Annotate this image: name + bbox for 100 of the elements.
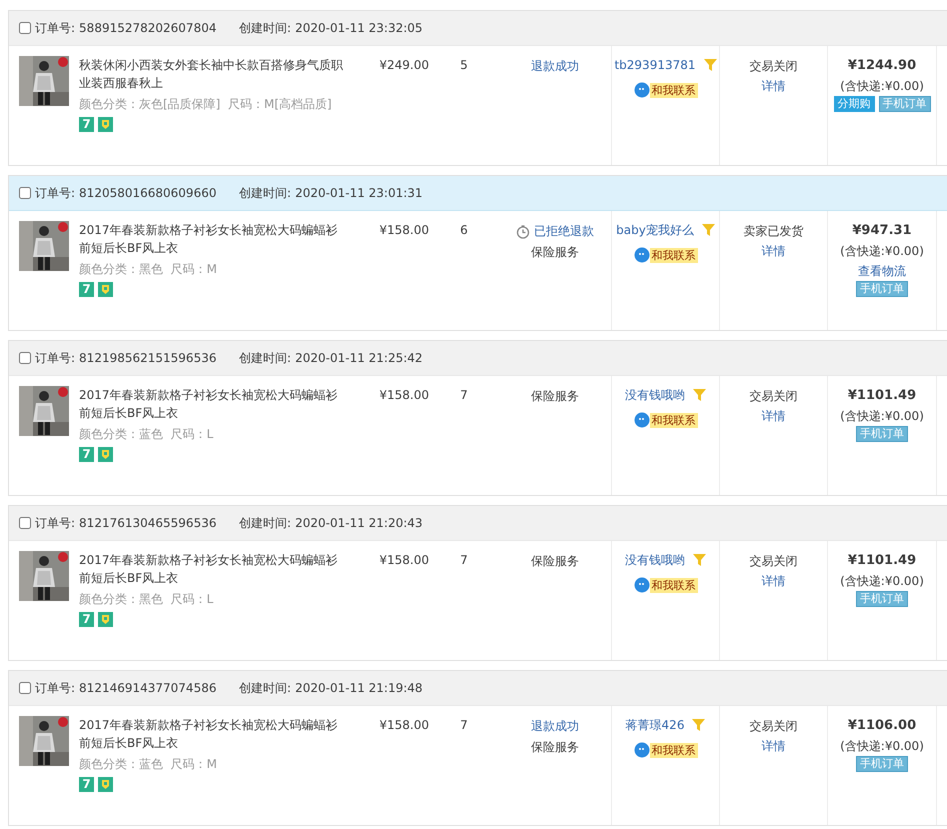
created-time-label: 创建时间: bbox=[239, 20, 292, 37]
details-link[interactable]: 详情 bbox=[720, 76, 827, 96]
product-attributes: 颜色分类：蓝色 尺码：L bbox=[79, 426, 214, 443]
product-title[interactable]: 2017年春装新款格子衬衫女长袖宽松大码蝙蝠衫前短后长BF风上衣 bbox=[79, 716, 349, 752]
created-time: 2020-01-11 21:19:48 bbox=[295, 680, 423, 697]
chat-icon bbox=[634, 82, 650, 98]
refund-status-link[interactable]: 退款成功 bbox=[499, 56, 611, 77]
order-status: 交易关闭 bbox=[748, 388, 798, 405]
clock-icon bbox=[516, 224, 530, 238]
product-title[interactable]: 2017年春装新款格子衬衫女长袖宽松大码蝙蝠衫前短后长BF风上衣 bbox=[79, 221, 349, 257]
unit-price: ¥249.00 bbox=[378, 57, 429, 74]
order-number-label: 订单号: bbox=[35, 515, 76, 532]
created-time: 2020-01-11 23:32:05 bbox=[295, 20, 423, 37]
product-attributes: 颜色分类：蓝色 尺码：M bbox=[79, 756, 218, 773]
insurance-service: 保险服务 bbox=[530, 553, 580, 570]
checkbox[interactable] bbox=[19, 352, 31, 364]
refund-status-link[interactable]: 退款成功 bbox=[499, 716, 611, 737]
product-attributes: 颜色分类：黑色 尺码：L bbox=[79, 591, 214, 608]
checkbox[interactable] bbox=[19, 517, 31, 529]
shipping-fee: (含快递:¥0.00) bbox=[839, 408, 925, 425]
order-number-label: 订单号: bbox=[35, 20, 76, 37]
created-time-label: 创建时间: bbox=[239, 350, 292, 367]
total-amount: ¥947.31 bbox=[851, 222, 913, 240]
order-status: 交易关闭 bbox=[748, 58, 798, 75]
insurance-service: 保险服务 bbox=[530, 388, 580, 405]
seven-day-return-badge: 7 bbox=[79, 777, 94, 792]
order-status: 交易关闭 bbox=[748, 553, 798, 570]
order-number: 588915278202607804 bbox=[79, 20, 218, 37]
shield-icon bbox=[98, 777, 113, 792]
insurance-service: 保险服务 bbox=[530, 244, 580, 261]
shield-icon bbox=[98, 447, 113, 462]
unit-price: ¥158.00 bbox=[378, 717, 429, 734]
chat-icon bbox=[634, 247, 650, 263]
details-link[interactable]: 详情 bbox=[720, 571, 827, 591]
seven-day-return-badge: 7 bbox=[79, 282, 94, 297]
order-status: 交易关闭 bbox=[748, 718, 798, 735]
quantity: 7 bbox=[459, 552, 469, 569]
seller-name-link[interactable]: 没有钱哦哟 bbox=[625, 386, 685, 404]
chat-icon bbox=[634, 412, 650, 428]
order-number: 812146914377074586 bbox=[79, 680, 218, 697]
mobile-order-tag: 手机订单 bbox=[856, 756, 908, 772]
seller-name-link[interactable]: baby宠我好么 bbox=[616, 221, 694, 239]
order-number: 812058016680609660 bbox=[79, 185, 218, 202]
total-amount: ¥1106.00 bbox=[846, 717, 918, 735]
shield-icon bbox=[98, 282, 113, 297]
quantity: 7 bbox=[459, 387, 469, 404]
refund-status-link[interactable]: 已拒绝退款 bbox=[534, 221, 594, 242]
mobile-order-tag: 手机订单 bbox=[856, 591, 908, 607]
created-time: 2020-01-11 23:01:31 bbox=[295, 185, 423, 202]
order-status: 卖家已发货 bbox=[742, 223, 804, 240]
order-number-label: 订单号: bbox=[35, 350, 76, 367]
quantity: 6 bbox=[459, 222, 469, 239]
product-attributes: 颜色分类：灰色[品质保障] 尺码：M[高档品质] bbox=[79, 96, 333, 113]
order-number-label: 订单号: bbox=[35, 185, 76, 202]
order-number-label: 订单号: bbox=[35, 680, 76, 697]
created-time-label: 创建时间: bbox=[239, 680, 292, 697]
details-link[interactable]: 详情 bbox=[720, 406, 827, 426]
order-number: 812198562151596536 bbox=[79, 350, 218, 367]
chat-icon bbox=[634, 577, 650, 593]
product-title[interactable]: 秋装休闲小西装女外套长袖中长款百搭修身气质职业装西服春秋上 bbox=[79, 56, 349, 92]
details-link[interactable]: 详情 bbox=[720, 736, 827, 756]
total-amount: ¥1101.49 bbox=[846, 552, 918, 570]
unit-price: ¥158.00 bbox=[378, 387, 429, 404]
installment-tag: 分期购 bbox=[834, 96, 874, 112]
unit-price: ¥158.00 bbox=[378, 552, 429, 569]
shipping-fee: (含快递:¥0.00) bbox=[839, 243, 925, 260]
created-time: 2020-01-11 21:25:42 bbox=[295, 350, 423, 367]
product-title[interactable]: 2017年春装新款格子衬衫女长袖宽松大码蝙蝠衫前短后长BF风上衣 bbox=[79, 386, 349, 422]
seven-day-return-badge: 7 bbox=[79, 447, 94, 462]
checkbox[interactable] bbox=[19, 187, 31, 199]
shipping-fee: (含快递:¥0.00) bbox=[839, 78, 925, 95]
quantity: 7 bbox=[459, 717, 469, 734]
seven-day-return-badge: 7 bbox=[79, 117, 94, 132]
total-amount: ¥1244.90 bbox=[846, 57, 918, 75]
details-link[interactable]: 详情 bbox=[720, 241, 827, 261]
mobile-order-tag: 手机订单 bbox=[856, 281, 908, 297]
seller-name-link[interactable]: 没有钱哦哟 bbox=[625, 551, 685, 569]
created-time-label: 创建时间: bbox=[239, 185, 292, 202]
shield-icon bbox=[98, 117, 113, 132]
total-amount: ¥1101.49 bbox=[846, 387, 918, 405]
shipping-fee: (含快递:¥0.00) bbox=[839, 738, 925, 755]
checkbox[interactable] bbox=[19, 22, 31, 34]
seven-day-return-badge: 7 bbox=[79, 612, 94, 627]
checkbox[interactable] bbox=[19, 682, 31, 694]
shipping-fee: (含快递:¥0.00) bbox=[839, 573, 925, 590]
mobile-order-tag: 手机订单 bbox=[878, 96, 930, 112]
seller-name-link[interactable]: 蒋菁璟426 bbox=[626, 716, 684, 734]
mobile-order-tag: 手机订单 bbox=[856, 426, 908, 442]
created-time: 2020-01-11 21:20:43 bbox=[295, 515, 423, 532]
seller-name-link[interactable]: tb293913781 bbox=[614, 56, 696, 74]
quantity: 5 bbox=[459, 57, 469, 74]
unit-price: ¥158.00 bbox=[378, 222, 429, 239]
order-number: 812176130465596536 bbox=[79, 515, 218, 532]
product-title[interactable]: 2017年春装新款格子衬衫女长袖宽松大码蝙蝠衫前短后长BF风上衣 bbox=[79, 551, 349, 587]
created-time-label: 创建时间: bbox=[239, 515, 292, 532]
shield-icon bbox=[98, 612, 113, 627]
product-attributes: 颜色分类：黑色 尺码：M bbox=[79, 261, 218, 278]
chat-icon bbox=[634, 742, 650, 758]
logistics-link[interactable]: 查看物流 bbox=[828, 261, 936, 281]
insurance-service: 保险服务 bbox=[530, 739, 580, 756]
